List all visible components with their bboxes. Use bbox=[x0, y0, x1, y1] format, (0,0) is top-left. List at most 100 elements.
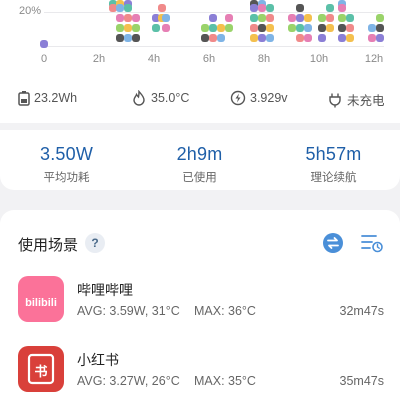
avg-power-label: 平均功耗 bbox=[43, 172, 90, 184]
battery-stats-row: 23.2Wh 35.0°C 3.929v 未充电 bbox=[0, 90, 400, 110]
used-time-label: 已使用 bbox=[182, 172, 217, 184]
voltage-stat: 3.929v bbox=[230, 90, 288, 106]
swap-icon[interactable] bbox=[322, 232, 344, 254]
app-marker-icon bbox=[116, 4, 124, 12]
bilibili-app-icon: bilibili bbox=[18, 276, 64, 322]
app-marker-icon bbox=[368, 34, 376, 42]
app-marker-icon bbox=[304, 34, 312, 42]
app-marker-icon bbox=[250, 34, 258, 42]
app-marker-icon bbox=[258, 24, 266, 32]
app-marker-icon bbox=[258, 34, 266, 42]
app-marker-icon bbox=[266, 34, 274, 42]
charging-status: 未充电 bbox=[347, 94, 385, 108]
app-max: MAX: 36°C bbox=[194, 304, 256, 318]
app-marker-icon bbox=[40, 40, 48, 48]
app-marker-icon bbox=[346, 24, 354, 32]
app-avg: AVG: 3.27W, 26°C bbox=[77, 374, 180, 388]
xiaohongshu-app-icon: 书 bbox=[18, 346, 64, 392]
x-tick-label: 10h bbox=[309, 53, 329, 65]
app-marker-icon bbox=[266, 24, 274, 32]
battery-chart-card: 20% 0 2h 4h 6h 8h 10h 12h 23.2Wh 35.0°C … bbox=[0, 0, 400, 123]
app-duration: 32m47s bbox=[339, 304, 384, 318]
summary-card: 3.50W 平均功耗 2h9m 已使用 5h57m 理论续航 bbox=[0, 130, 400, 190]
battery-icon bbox=[18, 91, 30, 106]
thermometer-icon bbox=[133, 90, 145, 106]
scenes-title: 使用场景 bbox=[18, 237, 79, 254]
app-marker-icon bbox=[209, 14, 217, 22]
app-name: 小红书 bbox=[77, 352, 119, 368]
x-tick-label: 4h bbox=[147, 53, 161, 65]
app-marker-icon bbox=[124, 34, 132, 42]
app-marker-icon bbox=[318, 24, 326, 32]
temperature-value: 35.0°C bbox=[151, 91, 190, 105]
usage-scenes-card: 使用场景 ? bilibili 哔哩哔哩 AVG: 3.59W, 31°C MA… bbox=[0, 210, 400, 400]
temperature-stat: 35.0°C bbox=[131, 90, 189, 106]
app-marker-icon bbox=[116, 24, 124, 32]
app-marker-icon bbox=[209, 34, 217, 42]
app-marker-icon bbox=[304, 24, 312, 32]
plug-icon bbox=[329, 93, 341, 107]
app-marker-icon bbox=[326, 24, 334, 32]
app-marker-icon bbox=[225, 14, 233, 22]
x-tick-label: 2h bbox=[92, 53, 106, 65]
app-marker-icon bbox=[338, 34, 346, 42]
app-marker-icon bbox=[217, 24, 225, 32]
app-marker-icon bbox=[266, 14, 274, 22]
x-tick-label: 0 bbox=[40, 53, 48, 65]
app-name: 哔哩哔哩 bbox=[77, 282, 133, 298]
avg-power-summary: 3.50W 平均功耗 bbox=[0, 130, 133, 185]
app-marker-icon bbox=[250, 24, 258, 32]
app-marker-icon bbox=[132, 34, 140, 42]
app-marker-icon bbox=[258, 14, 266, 22]
avg-power-value: 3.50W bbox=[39, 144, 94, 164]
app-marker-icon bbox=[338, 24, 346, 32]
app-marker-icon bbox=[376, 14, 384, 22]
app-marker-icon bbox=[124, 4, 132, 12]
capacity-stat: 23.2Wh bbox=[18, 90, 77, 106]
app-marker-icon bbox=[258, 4, 266, 12]
app-marker-icon bbox=[346, 14, 354, 22]
app-marker-icon bbox=[346, 34, 354, 42]
app-marker-icon bbox=[376, 34, 384, 42]
gridline bbox=[44, 12, 384, 13]
app-marker-icon bbox=[225, 24, 233, 32]
app-max: MAX: 35°C bbox=[194, 374, 256, 388]
used-time-summary: 2h9m 已使用 bbox=[133, 130, 266, 185]
app-marker-icon bbox=[338, 14, 346, 22]
app-marker-icon bbox=[162, 14, 170, 22]
app-marker-icon bbox=[116, 34, 124, 42]
x-tick-label: 6h bbox=[202, 53, 216, 65]
list-item-xiaohongshu[interactable]: 书 小红书 AVG: 3.27W, 26°C MAX: 35°C 35m47s bbox=[0, 346, 400, 400]
app-marker-icon bbox=[116, 14, 124, 22]
x-tick-label: 12h bbox=[364, 53, 384, 65]
app-marker-icon bbox=[201, 24, 209, 32]
app-marker-icon bbox=[296, 4, 304, 12]
app-marker-icon bbox=[296, 24, 304, 32]
app-usage-chart: 20% 0 2h 4h 6h 8h 10h 12h bbox=[0, 0, 400, 68]
remaining-time-value: 5h57m bbox=[305, 144, 362, 164]
app-marker-icon bbox=[318, 14, 326, 22]
help-icon[interactable]: ? bbox=[85, 233, 105, 253]
x-tick-label: 8h bbox=[257, 53, 271, 65]
app-marker-icon bbox=[250, 4, 258, 12]
used-time-value: 2h9m bbox=[176, 144, 223, 164]
capacity-value: 23.2Wh bbox=[34, 91, 78, 105]
app-marker-icon bbox=[296, 34, 304, 42]
app-marker-icon bbox=[132, 14, 140, 22]
xiaohongshu-logo-text: 书 bbox=[34, 364, 47, 380]
remaining-time-summary: 5h57m 理论续航 bbox=[267, 130, 400, 185]
list-item-bilibili[interactable]: bilibili 哔哩哔哩 AVG: 3.59W, 31°C MAX: 36°C… bbox=[0, 276, 400, 336]
app-avg: AVG: 3.59W, 31°C bbox=[77, 304, 180, 318]
app-marker-icon bbox=[132, 24, 140, 32]
app-marker-icon bbox=[288, 14, 296, 22]
app-marker-icon bbox=[250, 14, 258, 22]
sort-icon[interactable] bbox=[360, 232, 384, 254]
remaining-time-label: 理论续航 bbox=[310, 172, 357, 184]
charging-stat: 未充电 bbox=[327, 90, 385, 109]
y-axis-label: 20% bbox=[19, 5, 42, 17]
voltage-value: 3.929v bbox=[250, 91, 288, 105]
app-marker-icon bbox=[304, 14, 312, 22]
app-marker-icon bbox=[152, 24, 160, 32]
app-duration: 35m47s bbox=[339, 374, 384, 388]
app-marker-icon bbox=[296, 14, 304, 22]
